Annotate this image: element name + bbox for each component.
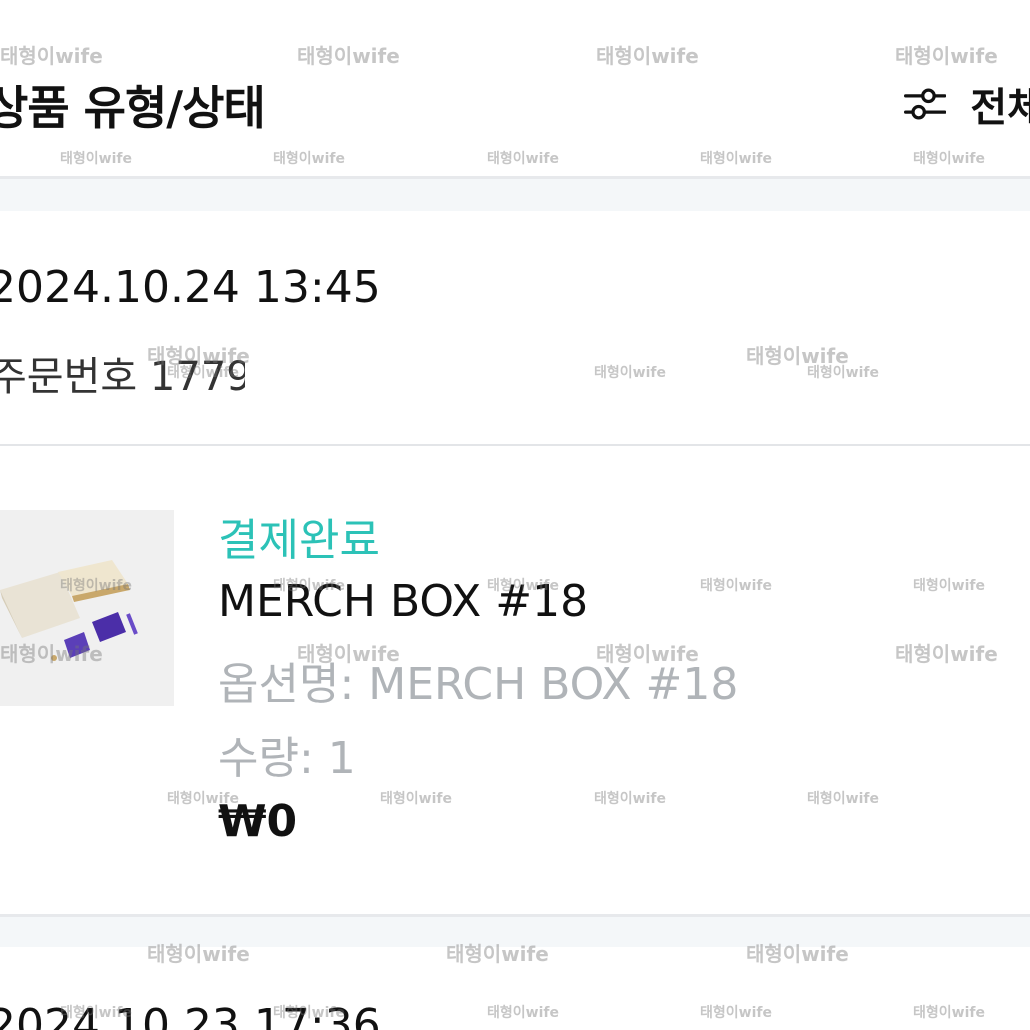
watermark: 태형이wife <box>700 1005 772 1021</box>
product-price: ₩0 <box>218 796 298 847</box>
filter-label: 전체 <box>970 85 1030 131</box>
section-gap <box>0 179 1030 211</box>
watermark: 태형이wife <box>594 365 666 381</box>
order-number: 주문번호 17797 <box>0 354 278 400</box>
watermark: 태형이wife <box>913 1005 985 1021</box>
watermark: 태형이wife <box>913 578 985 594</box>
header: 상품 유형/상태 전체 <box>0 0 1030 176</box>
product-quantity: 수량: 1 <box>218 733 356 784</box>
sliders-icon <box>904 88 947 120</box>
order-history-page: 상품 유형/상태 전체 2024.10.24 13:45 주문번호 17797 <box>0 0 1030 1030</box>
page-title: 상품 유형/상태 <box>0 81 266 135</box>
order-date: 2024.10.24 13:45 <box>0 262 381 313</box>
watermark: 태형이wife <box>594 791 666 807</box>
watermark: 태형이wife <box>895 642 998 666</box>
watermark: 태형이wife <box>807 791 879 807</box>
redaction-block <box>245 356 315 390</box>
watermark: 태형이wife <box>487 1005 559 1021</box>
product-option: 옵션명: MERCH BOX #18 <box>218 659 739 710</box>
section-gap <box>0 917 1030 947</box>
watermark: 태형이wife <box>380 791 452 807</box>
divider <box>0 444 1030 446</box>
order-date: 2024.10.23 17:36 <box>0 1000 381 1030</box>
order-status: 결제완료 <box>218 515 380 566</box>
watermark: 태형이wife <box>746 344 849 368</box>
watermark: 태형이wife <box>807 365 879 381</box>
filter-button[interactable]: 전체 <box>904 76 1030 132</box>
redaction-block <box>392 356 537 390</box>
watermark: 태형이wife <box>700 578 772 594</box>
merch-box-image <box>0 510 174 706</box>
product-thumbnail[interactable] <box>0 510 174 706</box>
product-name[interactable]: MERCH BOX #18 <box>218 576 588 627</box>
